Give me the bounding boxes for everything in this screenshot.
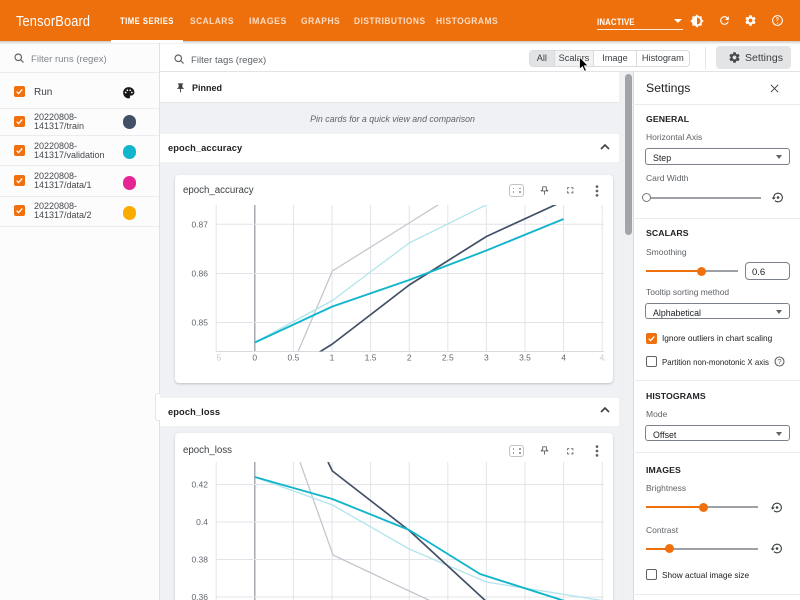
- svg-text:0.4: 0.4: [196, 517, 208, 527]
- svg-text:0.5: 0.5: [287, 353, 299, 363]
- svg-text:2.5: 2.5: [442, 353, 454, 363]
- svg-text:0.87: 0.87: [191, 219, 208, 229]
- svg-text:5: 5: [217, 353, 222, 363]
- svg-text:1: 1: [330, 353, 335, 363]
- svg-text:2: 2: [407, 353, 412, 363]
- svg-text:?: ?: [777, 357, 781, 366]
- svg-text:0: 0: [252, 353, 257, 363]
- svg-text:0.38: 0.38: [191, 555, 208, 565]
- svg-text:3.5: 3.5: [519, 353, 531, 363]
- svg-text:0.42: 0.42: [191, 480, 208, 490]
- svg-text:3: 3: [484, 353, 489, 363]
- svg-text:1.5: 1.5: [365, 353, 377, 363]
- svg-text:4: 4: [561, 353, 566, 363]
- svg-text:4.: 4.: [599, 353, 606, 363]
- svg-text:0.85: 0.85: [191, 318, 208, 328]
- svg-text:0.36: 0.36: [191, 592, 208, 600]
- svg-text:0.86: 0.86: [191, 269, 208, 279]
